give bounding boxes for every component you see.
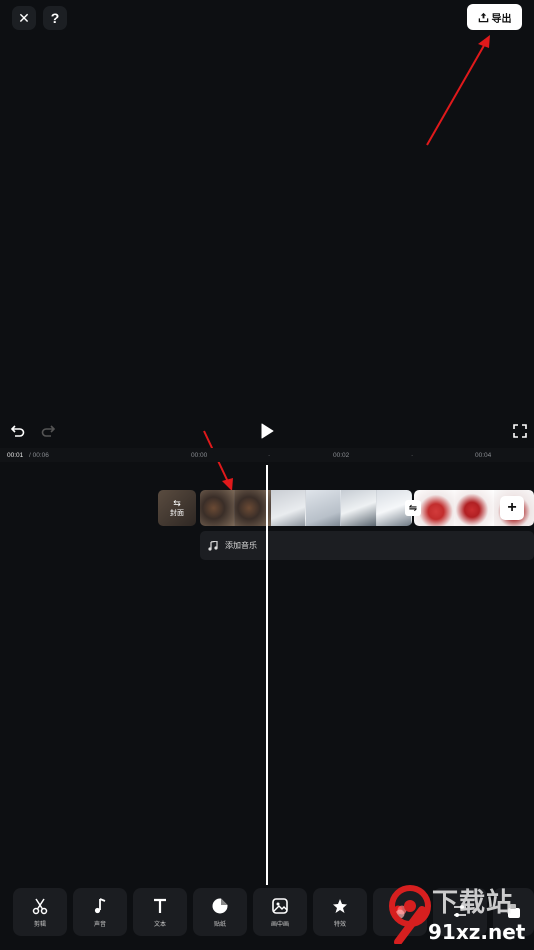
more-icon [504,901,524,921]
redo-button[interactable] [38,421,58,441]
tool-label: 画中画 [270,922,289,928]
tool-filter[interactable] [373,888,427,936]
upload-icon [478,12,488,22]
tool-label: 贴纸 [213,922,226,928]
add-clip-button[interactable]: + [500,496,524,520]
clip-thumbnail [454,490,494,526]
tool-pip[interactable]: 画中画 [253,888,307,936]
scissors-icon [30,896,50,916]
tool-label: 文本 [153,922,166,928]
redo-icon [41,425,56,437]
clip-thumbnail [270,490,306,526]
plus-icon: + [507,499,517,516]
export-button[interactable]: 导出 [467,4,522,30]
play-button[interactable] [257,421,277,441]
cover-button[interactable]: ⇆ 封面 [158,490,196,526]
clip-thumbnail [341,490,377,526]
effects-star-icon [330,896,350,916]
sticker-icon [210,896,230,916]
tool-more[interactable] [493,888,534,936]
add-music-button[interactable]: 添加音乐 [200,531,534,560]
fullscreen-icon [513,424,527,438]
cover-label: 封面 [170,510,184,517]
clip-thumbnail [305,490,342,526]
playhead[interactable] [266,465,268,885]
adjust-icon [450,901,470,921]
clip-thumbnail [200,490,236,526]
help-icon: ? [50,10,60,26]
help-button[interactable]: ? [43,6,67,30]
bottom-toolbar: 剪辑 声音 文本 贴纸 画中画 特效 [13,888,534,940]
time-dot: · [268,452,271,459]
time-ruler: 00:01 / 00:06 00:00 · 00:02 · 00:04 [0,448,534,462]
picture-in-picture-icon [270,896,290,916]
transition-icon: ⇋ [408,502,418,514]
swap-icon: ⇆ [173,498,181,508]
undo-button[interactable] [8,421,28,441]
filter-icon [390,901,410,921]
tool-text[interactable]: 文本 [133,888,187,936]
tool-label: 剪辑 [33,922,46,928]
music-note-icon [90,896,110,916]
add-music-label: 添加音乐 [225,541,257,550]
tool-adjust[interactable] [433,888,487,936]
export-label: 导出 [491,13,512,25]
current-time: 00:01 [7,452,24,459]
tool-edit[interactable]: 剪辑 [13,888,67,936]
video-clip-1[interactable] [200,490,412,526]
time-dot: · [411,452,414,459]
time-mark: 00:04 [475,452,492,459]
tool-effects[interactable]: 特效 [313,888,367,936]
time-mark: 00:00 [191,452,208,459]
play-icon [261,423,274,439]
undo-icon [10,425,25,437]
fullscreen-button[interactable] [510,421,530,441]
text-icon [150,896,170,916]
tool-label: 声音 [93,922,106,928]
transition-button[interactable]: ⇋ [405,500,421,516]
close-button[interactable]: ✕ [12,6,36,30]
tool-sticker[interactable]: 贴纸 [193,888,247,936]
time-mark: 00:02 [333,452,350,459]
tool-audio[interactable]: 声音 [73,888,127,936]
playback-controls [0,421,534,441]
total-time: / 00:06 [29,452,49,459]
close-icon: ✕ [18,9,30,26]
tool-label: 特效 [333,922,346,928]
music-note-icon [208,540,218,551]
